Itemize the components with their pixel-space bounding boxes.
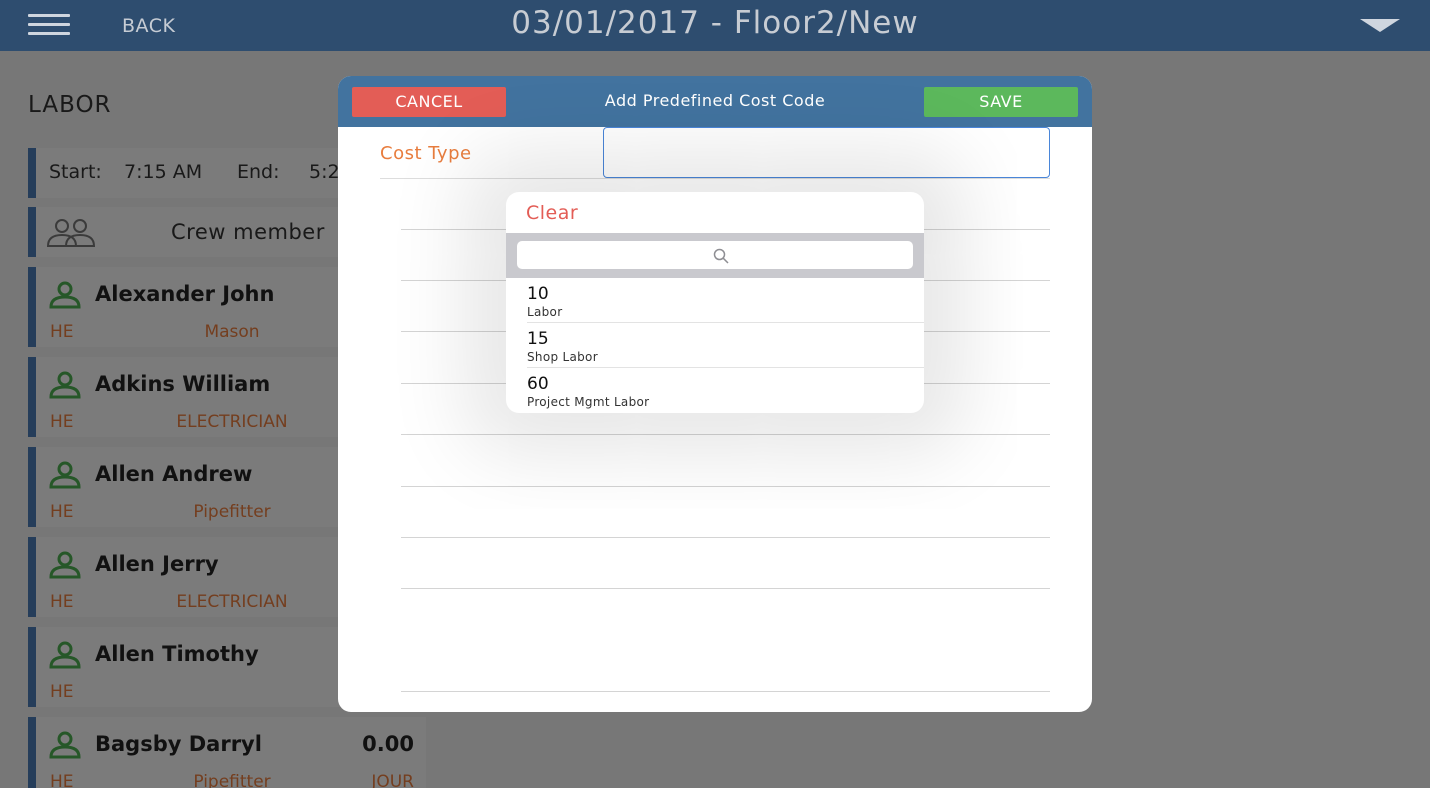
cost-type-option[interactable]: 15 Shop Labor	[506, 323, 924, 368]
modal-title: Add Predefined Cost Code	[604, 91, 826, 110]
divider	[401, 486, 1050, 487]
cost-type-field[interactable]	[603, 127, 1050, 178]
page-title: 03/01/2017 - Floor2/New	[511, 5, 919, 41]
divider	[401, 537, 1050, 538]
option-code: 15	[527, 329, 549, 349]
cost-type-label: Cost Type	[380, 143, 472, 164]
search-icon	[713, 248, 729, 264]
cost-type-option[interactable]: 10 Labor	[506, 278, 924, 323]
cancel-button[interactable]: CANCEL	[352, 87, 506, 117]
cost-type-option[interactable]: 60 Project Mgmt Labor	[506, 368, 924, 413]
option-code: 60	[527, 374, 549, 394]
hamburger-icon[interactable]	[28, 14, 70, 36]
top-bar: BACK 03/01/2017 - Floor2/New	[0, 0, 1430, 51]
option-description: Shop Labor	[527, 350, 598, 364]
option-code: 10	[527, 284, 549, 304]
chevron-down-icon[interactable]	[1360, 19, 1400, 32]
option-description: Project Mgmt Labor	[527, 395, 650, 409]
search-bar	[506, 233, 924, 278]
back-button[interactable]: BACK	[122, 15, 175, 37]
divider	[380, 178, 1050, 179]
divider	[401, 434, 1050, 435]
divider	[401, 588, 1050, 589]
option-description: Labor	[527, 305, 563, 319]
save-button[interactable]: SAVE	[924, 87, 1078, 117]
cost-type-picker: Clear 10 Labor 15 Shop Labor 60 Project …	[506, 192, 924, 413]
clear-button[interactable]: Clear	[526, 202, 578, 224]
modal-header: CANCEL Add Predefined Cost Code SAVE	[338, 76, 1092, 127]
divider	[401, 691, 1050, 692]
search-input[interactable]	[517, 241, 913, 269]
